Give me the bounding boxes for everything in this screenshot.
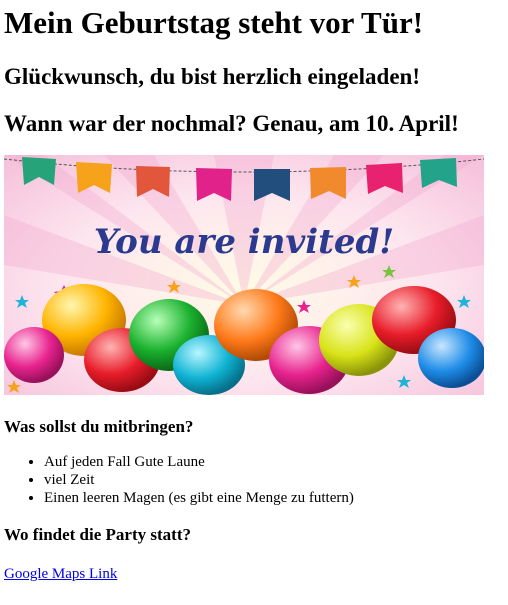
list-item: viel Zeit bbox=[44, 471, 504, 489]
list-item: Einen leeren Magen (es gibt eine Menge z… bbox=[44, 489, 504, 507]
invitation-heading: Glückwunsch, du bist herzlich eingeladen… bbox=[4, 64, 420, 89]
invitation-banner-image: You are invited! bbox=[4, 155, 484, 395]
bring-list: Auf jeden Fall Gute Laune viel Zeit Eine… bbox=[4, 453, 504, 507]
google-maps-link[interactable]: Google Maps Link bbox=[4, 565, 117, 583]
banner-text: You are invited! bbox=[94, 222, 394, 262]
list-item: Auf jeden Fall Gute Laune bbox=[44, 453, 504, 471]
bring-heading: Was sollst du mitbringen? bbox=[4, 417, 194, 436]
page-title: Mein Geburtstag steht vor Tür! bbox=[4, 5, 424, 40]
date-heading: Wann war der nochmal? Genau, am 10. Apri… bbox=[4, 111, 459, 136]
page-body: Mein Geburtstag steht vor Tür! Glückwuns… bbox=[0, 4, 508, 583]
location-heading: Wo findet die Party statt? bbox=[4, 525, 191, 544]
